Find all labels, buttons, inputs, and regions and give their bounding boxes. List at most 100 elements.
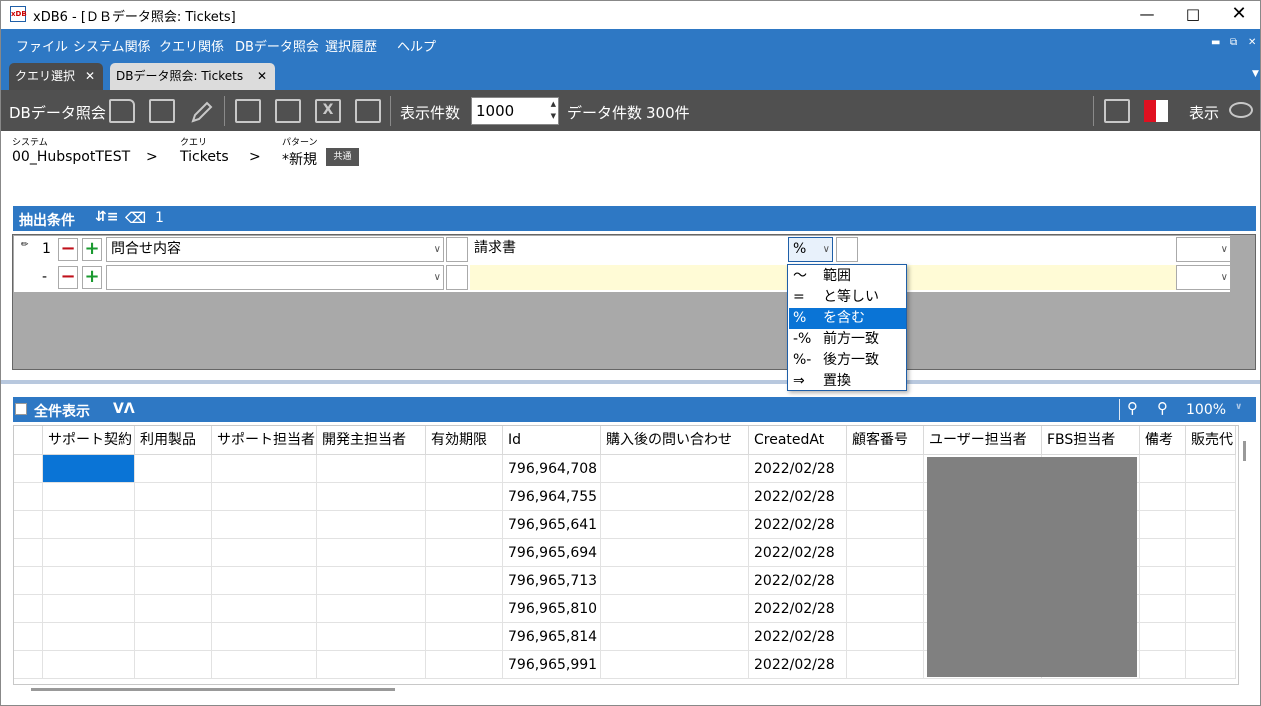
tab-list-chevron-icon[interactable]: ▼ xyxy=(1252,69,1259,79)
collapse-toggle-icon[interactable]: VΛ xyxy=(113,401,135,417)
cell-created-at[interactable]: 2022/02/28 xyxy=(749,595,847,623)
cell-created-at[interactable]: 2022/02/28 xyxy=(749,455,847,483)
table-cell[interactable] xyxy=(847,651,924,679)
option-checkbox[interactable] xyxy=(836,237,858,262)
pencil-icon[interactable] xyxy=(189,99,215,123)
maximize-button[interactable]: □ xyxy=(1170,3,1216,27)
table-cell[interactable] xyxy=(1140,567,1186,595)
table-cell[interactable] xyxy=(1140,595,1186,623)
table-cell[interactable] xyxy=(212,455,317,483)
cell-created-at[interactable]: 2022/02/28 xyxy=(749,539,847,567)
table-cell[interactable] xyxy=(212,595,317,623)
column-header[interactable]: 有効期限 xyxy=(426,426,503,455)
column-header[interactable]: サポート契約 xyxy=(43,426,135,455)
row-header[interactable] xyxy=(14,539,43,567)
table-cell[interactable] xyxy=(43,623,135,651)
table-cell[interactable] xyxy=(317,595,426,623)
table-cell[interactable] xyxy=(317,651,426,679)
chevron-down-icon[interactable]: ∨ xyxy=(823,238,830,261)
horizontal-scrollbar[interactable] xyxy=(31,688,395,691)
menu-system[interactable]: システム関係 xyxy=(73,36,151,55)
cell-id[interactable]: 796,965,810 xyxy=(503,595,601,623)
splitter[interactable] xyxy=(1,380,1260,384)
table-cell[interactable] xyxy=(426,539,503,567)
table-cell[interactable] xyxy=(135,511,212,539)
table-cell[interactable] xyxy=(212,483,317,511)
table-cell[interactable] xyxy=(601,651,749,679)
operator-option-prefix[interactable]: -% 前方一致 xyxy=(789,329,906,350)
layout-icon[interactable] xyxy=(275,99,301,123)
operator-option-equals[interactable]: = と等しい xyxy=(789,287,906,308)
table-cell[interactable] xyxy=(135,483,212,511)
table-cell[interactable] xyxy=(1140,483,1186,511)
window-list-icon[interactable] xyxy=(1104,99,1130,123)
table-cell[interactable] xyxy=(43,567,135,595)
row-header[interactable] xyxy=(14,455,43,483)
table-cell[interactable] xyxy=(43,651,135,679)
table-cell[interactable] xyxy=(1186,483,1236,511)
table-cell[interactable] xyxy=(212,651,317,679)
chevron-down-icon[interactable]: ∨ xyxy=(1221,266,1228,289)
cell-id[interactable]: 796,965,713 xyxy=(503,567,601,595)
cell-id[interactable]: 796,964,755 xyxy=(503,483,601,511)
condition-value2-input[interactable] xyxy=(860,237,1176,262)
row-header[interactable] xyxy=(14,511,43,539)
mdi-restore-icon[interactable]: ⧉ xyxy=(1230,37,1237,48)
table-cell[interactable] xyxy=(212,539,317,567)
menu-query[interactable]: クエリ関係 xyxy=(159,36,224,55)
table-cell[interactable] xyxy=(135,651,212,679)
sort-icon[interactable]: ⇵≡ xyxy=(95,209,118,225)
cell-created-at[interactable]: 2022/02/28 xyxy=(749,567,847,595)
table-cell[interactable] xyxy=(135,567,212,595)
logic-select[interactable]: ∨ xyxy=(1176,237,1231,262)
zoom-in-icon[interactable]: ⚲ xyxy=(1157,399,1168,417)
table-cell[interactable] xyxy=(847,567,924,595)
table-cell[interactable] xyxy=(43,483,135,511)
row-header[interactable] xyxy=(14,483,43,511)
cell-id[interactable]: 796,965,991 xyxy=(503,651,601,679)
table-cell[interactable] xyxy=(317,455,426,483)
vertical-scrollbar[interactable] xyxy=(1243,441,1246,461)
excel-export-icon[interactable]: X xyxy=(315,99,341,123)
table-cell[interactable] xyxy=(426,595,503,623)
column-header[interactable]: 購入後の問い合わせ xyxy=(601,426,749,455)
column-header[interactable]: 開発主担当者 xyxy=(317,426,426,455)
table-cell[interactable] xyxy=(1186,455,1236,483)
table-cell[interactable] xyxy=(426,511,503,539)
open-folder-icon[interactable] xyxy=(109,99,135,123)
chevron-down-icon[interactable]: ∨ xyxy=(434,238,441,261)
table-cell[interactable] xyxy=(426,651,503,679)
remove-condition-button[interactable]: − xyxy=(58,266,78,289)
field-select[interactable]: ∨ xyxy=(106,265,444,290)
menu-history[interactable]: 選択履歴 xyxy=(325,36,377,55)
eraser-icon[interactable]: ⌫ xyxy=(125,209,146,227)
table-cell[interactable] xyxy=(43,539,135,567)
table-cell[interactable] xyxy=(317,539,426,567)
logic-select[interactable]: ∨ xyxy=(1176,265,1231,290)
table-cell[interactable] xyxy=(317,623,426,651)
show-all-checkbox[interactable] xyxy=(15,403,27,415)
table-cell[interactable] xyxy=(135,455,212,483)
operator-select[interactable]: % ∨ xyxy=(788,237,833,262)
table-cell[interactable] xyxy=(135,623,212,651)
column-header[interactable]: CreatedAt xyxy=(749,426,847,455)
column-header[interactable]: 顧客番号 xyxy=(847,426,924,455)
table-cell[interactable] xyxy=(1186,511,1236,539)
mdi-minimize-icon[interactable]: ▬ xyxy=(1211,37,1220,48)
column-header[interactable]: 備考 xyxy=(1140,426,1186,455)
cell-created-at[interactable]: 2022/02/28 xyxy=(749,651,847,679)
column-header[interactable]: ユーザー担当者 xyxy=(924,426,1042,455)
remove-condition-button[interactable]: − xyxy=(58,238,78,261)
table-cell[interactable] xyxy=(601,623,749,651)
table-cell[interactable] xyxy=(1140,623,1186,651)
table-cell[interactable] xyxy=(1186,651,1236,679)
menu-help[interactable]: ヘルプ xyxy=(397,36,436,55)
add-condition-button[interactable]: + xyxy=(82,266,102,289)
tab-close-icon[interactable]: ✕ xyxy=(85,63,95,90)
chevron-down-icon[interactable]: ∨ xyxy=(1221,238,1228,261)
operator-option-range[interactable]: ～ 範囲 xyxy=(789,266,906,287)
table-cell[interactable] xyxy=(847,455,924,483)
zoom-chevron-icon[interactable]: ∨ xyxy=(1235,402,1242,412)
table-cell[interactable] xyxy=(1140,539,1186,567)
tab-close-icon[interactable]: ✕ xyxy=(257,63,267,90)
